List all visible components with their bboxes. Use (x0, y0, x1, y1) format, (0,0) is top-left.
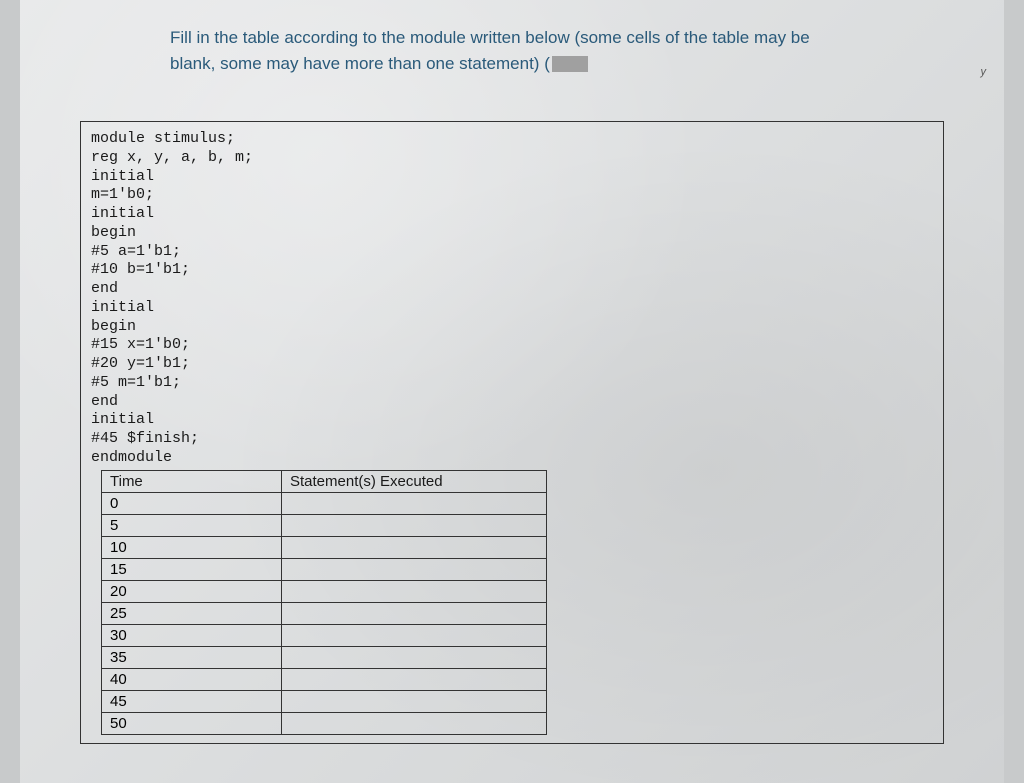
cell-time: 20 (102, 580, 282, 602)
code-line: reg x, y, a, b, m; (91, 149, 253, 166)
cell-time: 40 (102, 668, 282, 690)
cell-time: 35 (102, 646, 282, 668)
cell-stmt (282, 514, 547, 536)
cell-stmt (282, 668, 547, 690)
instruction-line-2: blank, some may have more than one state… (170, 54, 550, 73)
cell-stmt (282, 624, 547, 646)
code-line: initial (91, 411, 154, 428)
cell-time: 30 (102, 624, 282, 646)
code-line: #20 y=1'b1; (91, 355, 190, 372)
code-line: m=1'b0; (91, 186, 154, 203)
table-header-row: Time Statement(s) Executed (102, 470, 547, 492)
table-row: 5 (102, 514, 547, 536)
code-block: module stimulus; reg x, y, a, b, m; init… (91, 130, 933, 468)
cell-time: 0 (102, 492, 282, 514)
cell-time: 25 (102, 602, 282, 624)
table-row: 15 (102, 558, 547, 580)
code-line: endmodule (91, 449, 172, 466)
cell-stmt (282, 492, 547, 514)
cell-time: 50 (102, 712, 282, 734)
code-line: module stimulus; (91, 130, 235, 147)
header-time: Time (102, 470, 282, 492)
execution-table: Time Statement(s) Executed 0 5 10 15 20 (101, 470, 547, 735)
table-row: 35 (102, 646, 547, 668)
instruction-text: Fill in the table according to the modul… (170, 25, 904, 76)
code-line: initial (91, 299, 154, 316)
cell-stmt (282, 580, 547, 602)
table-row: 25 (102, 602, 547, 624)
code-line: end (91, 393, 118, 410)
code-line: initial (91, 168, 154, 185)
table-row: 0 (102, 492, 547, 514)
code-line: initial (91, 205, 154, 222)
code-line: #10 b=1'b1; (91, 261, 190, 278)
code-line: #15 x=1'b0; (91, 336, 190, 353)
code-line: #5 a=1'b1; (91, 243, 181, 260)
cell-stmt (282, 646, 547, 668)
cell-time: 5 (102, 514, 282, 536)
table-row: 45 (102, 690, 547, 712)
code-line: begin (91, 318, 136, 335)
cell-stmt (282, 712, 547, 734)
header-statements: Statement(s) Executed (282, 470, 547, 492)
table-row: 10 (102, 536, 547, 558)
code-line: begin (91, 224, 136, 241)
table-row: 20 (102, 580, 547, 602)
code-line: #45 $finish; (91, 430, 199, 447)
page-surface: Fill in the table according to the modul… (20, 0, 1004, 783)
table-row: 40 (102, 668, 547, 690)
cell-stmt (282, 602, 547, 624)
cell-stmt (282, 536, 547, 558)
code-line: #5 m=1'b1; (91, 374, 181, 391)
redacted-box (552, 56, 588, 72)
table-row: 50 (102, 712, 547, 734)
cell-stmt (282, 558, 547, 580)
cell-stmt (282, 690, 547, 712)
corner-mark: y (981, 66, 987, 78)
table-row: 30 (102, 624, 547, 646)
cell-time: 10 (102, 536, 282, 558)
code-line: end (91, 280, 118, 297)
cell-time: 15 (102, 558, 282, 580)
cell-time: 45 (102, 690, 282, 712)
content-box: module stimulus; reg x, y, a, b, m; init… (80, 121, 944, 744)
instruction-line-1: Fill in the table according to the modul… (170, 28, 810, 47)
